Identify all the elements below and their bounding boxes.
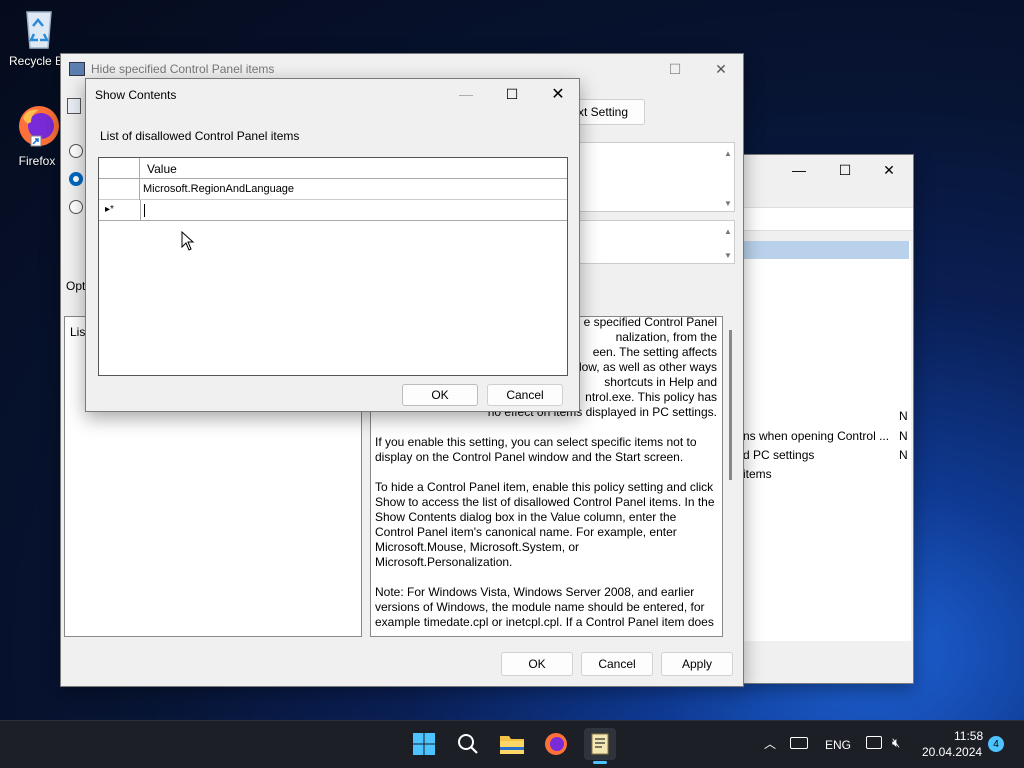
firefox-icon <box>545 733 567 755</box>
value-column-header[interactable]: Value <box>147 162 177 176</box>
next-setting-label: xt Setting <box>577 105 629 119</box>
grid-header-row: Value <box>99 158 567 179</box>
clock-date[interactable]: 20.04.2024 <box>922 745 982 759</box>
tray-overflow-chevron-icon[interactable]: ︿ <box>764 735 776 752</box>
radio-enabled[interactable] <box>69 172 83 186</box>
windows-icon <box>413 733 435 755</box>
search-button[interactable] <box>452 728 484 760</box>
policy-close-button[interactable]: ✕ <box>699 54 743 84</box>
options-label: Opt <box>66 279 86 293</box>
text-cursor <box>144 204 145 217</box>
values-grid[interactable]: Value Microsoft.RegionAndLanguage ▸* <box>98 157 568 376</box>
help-paragraph: To hide a Control Panel item, enable thi… <box>375 480 715 569</box>
scroll-down-icon[interactable]: ▼ <box>722 249 734 261</box>
policy-cancel-button[interactable]: Cancel <box>581 652 653 676</box>
grid-corner-cell <box>99 158 140 179</box>
bg-toolbar-strip <box>743 207 913 231</box>
start-button[interactable] <box>408 728 440 760</box>
dialog-caption: List of disallowed Control Panel items <box>100 129 300 143</box>
bg-list-header <box>743 241 909 259</box>
keyboard-icon[interactable] <box>790 737 808 749</box>
policy-setting-icon <box>67 98 81 114</box>
dialog-ok-button[interactable]: OK <box>402 384 478 406</box>
value-cell[interactable]: Microsoft.RegionAndLanguage <box>143 183 294 195</box>
dialog-cancel-button[interactable]: Cancel <box>487 384 563 406</box>
policy-apply-button[interactable]: Apply <box>661 652 733 676</box>
policy-window-title: Hide specified Control Panel items <box>91 62 275 76</box>
bg-list-row[interactable]: d PC settings N <box>743 448 911 466</box>
bg-list-row-text: ns when opening Control ... <box>743 429 890 443</box>
network-icon[interactable] <box>866 736 882 749</box>
notification-badge[interactable]: 4 <box>988 736 1004 752</box>
comment-box[interactable]: ▲ ▼ <box>569 142 735 212</box>
search-icon <box>458 734 478 754</box>
policy-ok-label: OK <box>528 657 546 671</box>
firefox-taskbar-button[interactable] <box>540 728 572 760</box>
bg-close-button[interactable]: ✕ <box>867 155 911 185</box>
supported-on-box: ▲ ▼ <box>569 220 735 264</box>
clock-time[interactable]: 11:58 <box>954 729 983 743</box>
policy-ok-button[interactable]: OK <box>501 652 573 676</box>
policy-apply-label: Apply <box>681 657 713 671</box>
dialog-close-button[interactable]: ✕ <box>536 79 580 109</box>
bg-list-pane: N ns when opening Control ... N d PC set… <box>743 241 911 641</box>
bg-list-row-state: N <box>899 448 908 462</box>
policy-maximize-button[interactable]: ☐ <box>653 54 697 84</box>
language-indicator[interactable]: ENG <box>825 738 851 752</box>
dialog-maximize-button[interactable]: ☐ <box>490 79 534 109</box>
bg-first-state: N <box>899 409 908 423</box>
recycle-bin-label: Recycle Bin <box>9 54 65 68</box>
firefox-icon <box>17 104 61 148</box>
notification-count: 4 <box>993 738 999 750</box>
bg-maximize-button[interactable]: ☐ <box>823 155 867 185</box>
scroll-up-icon[interactable]: ▲ <box>722 147 734 159</box>
grid-new-row[interactable]: ▸* <box>99 200 567 221</box>
policy-document-icon <box>591 733 609 755</box>
bg-list-row[interactable]: items <box>743 467 911 485</box>
mouse-cursor-icon <box>181 230 195 254</box>
file-explorer-button[interactable] <box>496 728 528 760</box>
radio-disabled[interactable] <box>69 200 83 214</box>
active-app-indicator <box>593 761 607 764</box>
bg-list-row-state: N <box>899 429 908 443</box>
bg-list-row[interactable]: ns when opening Control ... N <box>743 429 911 447</box>
recycle-bin-icon <box>21 6 57 50</box>
dialog-title: Show Contents <box>95 88 177 102</box>
dialog-cancel-label: Cancel <box>506 388 544 402</box>
help-scrollbar[interactable] <box>729 330 732 480</box>
policy-window-icon <box>69 62 85 76</box>
grid-row[interactable]: Microsoft.RegionAndLanguage <box>99 179 567 200</box>
scroll-down-icon[interactable]: ▼ <box>722 197 734 209</box>
radio-not-configured[interactable] <box>69 144 83 158</box>
bg-titlebar[interactable]: — ☐ ✕ <box>743 155 913 185</box>
dialog-minimize-button[interactable]: — <box>444 79 488 109</box>
radio-enabled-dot <box>73 176 79 182</box>
row-header-divider <box>140 200 141 221</box>
policy-cancel-label: Cancel <box>598 657 636 671</box>
volume-muted-icon[interactable]: 🔇︎ <box>892 735 900 751</box>
bg-minimize-button[interactable]: — <box>777 155 821 185</box>
bg-list-row-text: d PC settings <box>743 448 815 462</box>
bg-list-row-text: items <box>743 467 772 481</box>
help-paragraph: If you enable this setting, you can sele… <box>375 435 697 464</box>
row-header-cell <box>99 179 140 200</box>
dialog-titlebar[interactable]: Show Contents — ☐ ✕ <box>86 79 579 109</box>
scroll-up-icon[interactable]: ▲ <box>722 225 734 237</box>
help-paragraph: Note: For Windows Vista, Windows Server … <box>375 585 714 629</box>
show-contents-dialog[interactable]: Show Contents — ☐ ✕ List of disallowed C… <box>85 78 580 412</box>
background-editor-window[interactable]: — ☐ ✕ N ns when opening Control ... N d … <box>742 154 914 684</box>
policy-editor-taskbar-button[interactable] <box>584 728 616 760</box>
new-row-indicator: ▸* <box>105 204 114 215</box>
dialog-ok-label: OK <box>431 388 449 402</box>
folder-icon <box>500 736 524 754</box>
